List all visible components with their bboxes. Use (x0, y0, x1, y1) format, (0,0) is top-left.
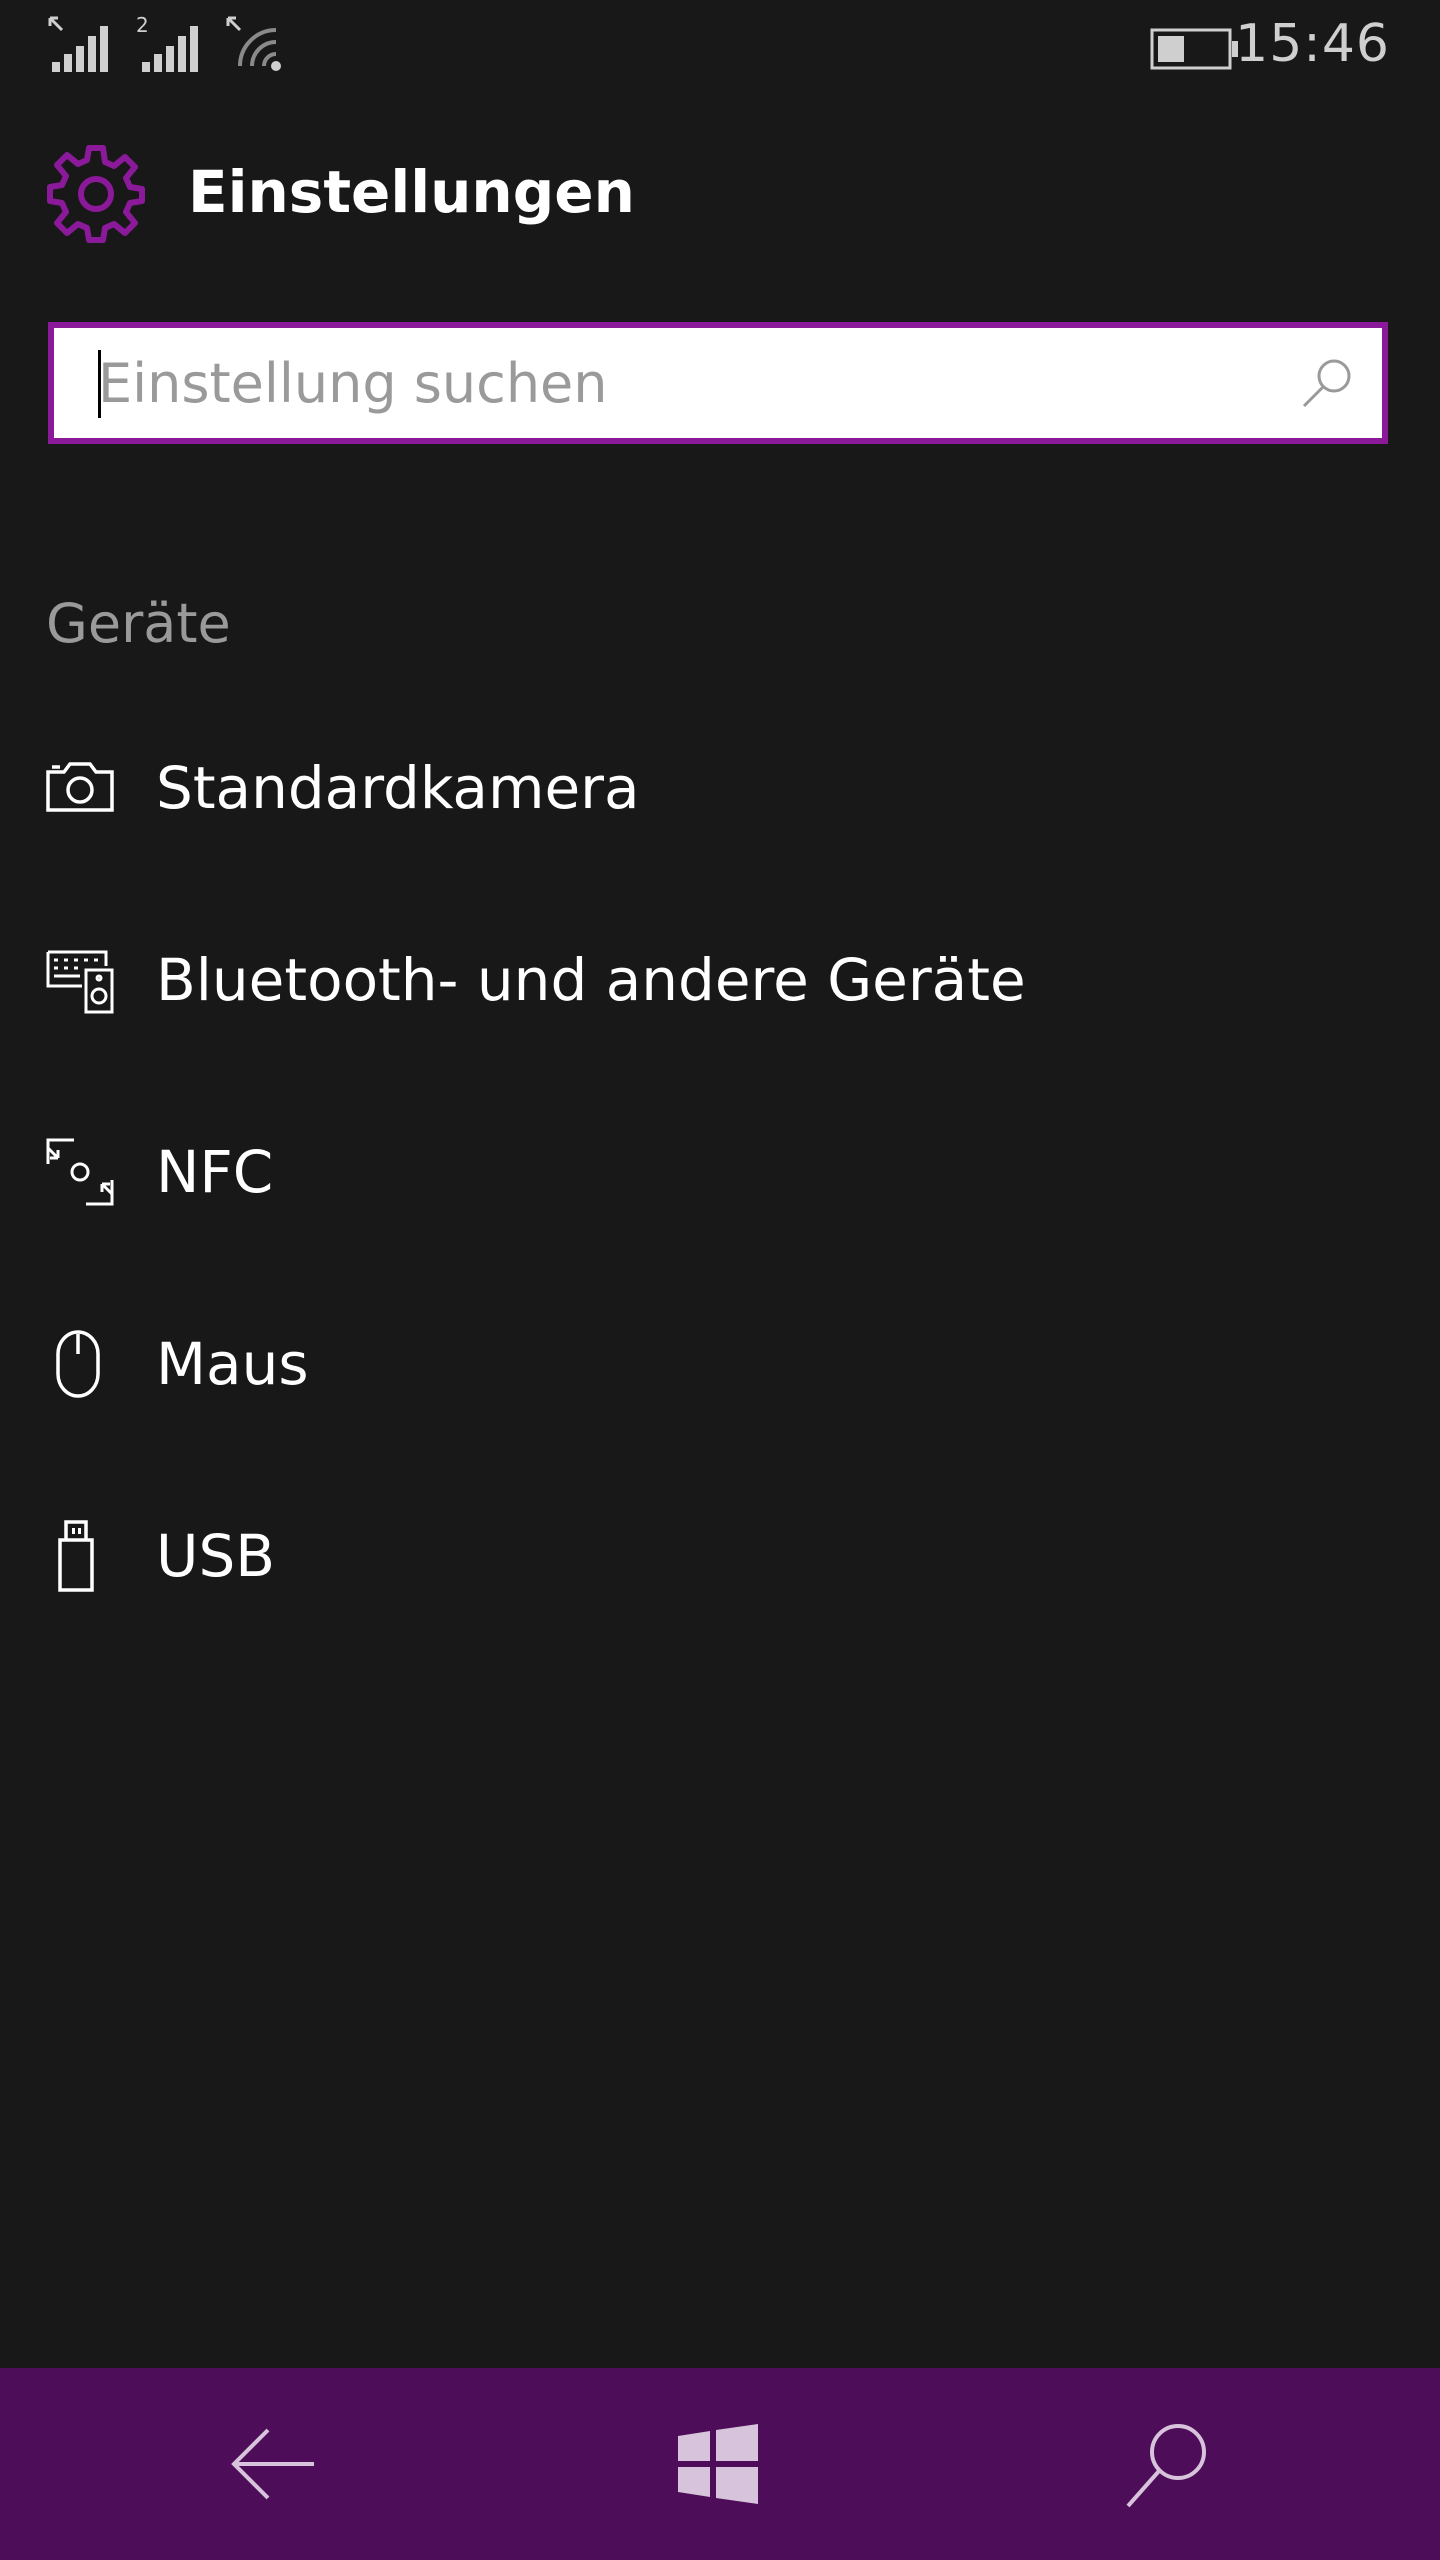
bluetooth-devices-icon (46, 950, 114, 1014)
settings-item-label: Maus (156, 1330, 309, 1398)
mouse-icon (56, 1330, 100, 1398)
settings-item-label: NFC (156, 1138, 274, 1206)
text-caret (98, 350, 101, 418)
settings-item-label: Standardkamera (156, 754, 640, 822)
settings-screen: 2 15:46 Einstellungen Einstellung suchen… (0, 0, 1440, 2560)
section-header-devices: Geräte (46, 592, 231, 655)
settings-item-label: Bluetooth- und andere Geräte (156, 946, 1026, 1014)
back-arrow-icon[interactable] (222, 2414, 322, 2514)
settings-item-usb[interactable]: USB (0, 1460, 1440, 1652)
settings-search-input[interactable] (98, 328, 1278, 438)
cellular-signal-2-icon: 2 (136, 14, 198, 72)
page-title: Einstellungen (188, 158, 635, 226)
settings-list: Standardkamera Bluetooth- und andere Ger… (0, 692, 1440, 1652)
cellular-signal-1-icon (48, 16, 108, 72)
settings-item-bluetooth-devices[interactable]: Bluetooth- und andere Geräte (0, 884, 1440, 1076)
battery-icon (1150, 28, 1238, 70)
settings-item-nfc[interactable]: NFC (0, 1076, 1440, 1268)
search-icon[interactable] (1298, 354, 1358, 414)
status-bar: 2 15:46 (0, 0, 1440, 100)
settings-item-label: USB (156, 1522, 276, 1590)
search-icon[interactable] (1118, 2414, 1218, 2514)
page-header: Einstellungen (0, 130, 1440, 260)
gear-icon (47, 145, 145, 243)
wifi-icon (226, 16, 281, 71)
windows-icon[interactable] (668, 2414, 768, 2514)
settings-item-default-camera[interactable]: Standardkamera (0, 692, 1440, 884)
navigation-bar (0, 2368, 1440, 2560)
settings-search-box[interactable] (48, 322, 1388, 444)
status-clock: 15:46 (1235, 14, 1390, 74)
nfc-icon (46, 1138, 114, 1206)
usb-icon (58, 1520, 94, 1592)
sim2-label: 2 (136, 14, 149, 37)
camera-icon (46, 762, 114, 812)
settings-item-mouse[interactable]: Maus (0, 1268, 1440, 1460)
